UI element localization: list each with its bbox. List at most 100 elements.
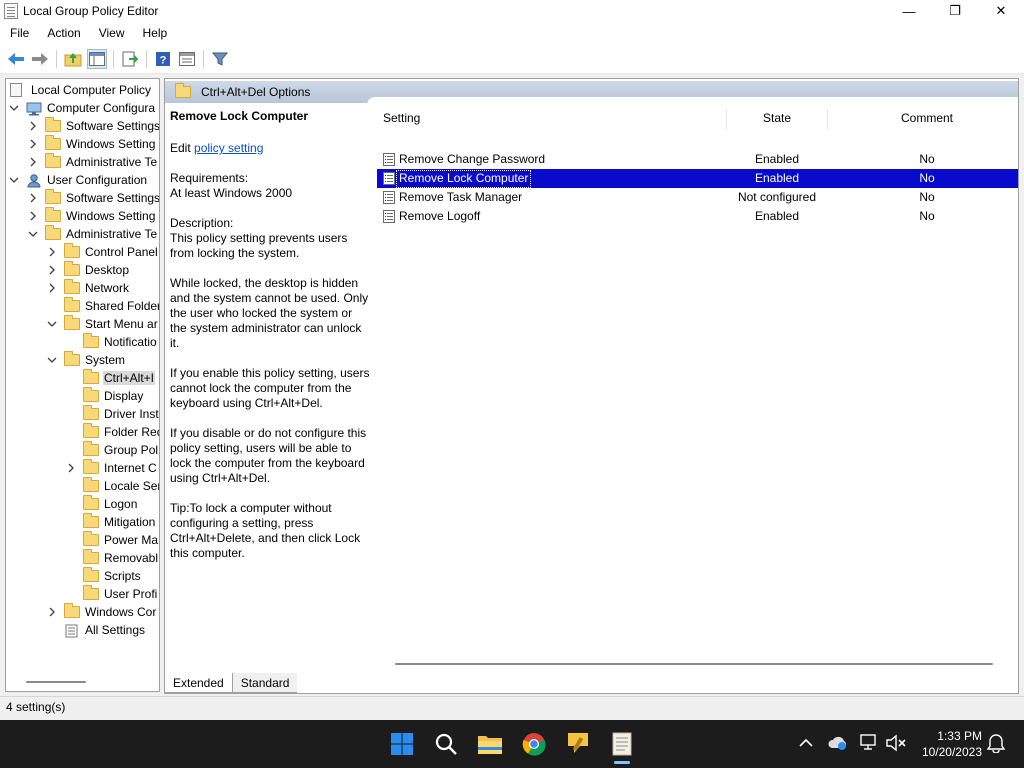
tree-item[interactable]: Shared Folder: [46, 297, 159, 315]
start-icon[interactable]: [384, 728, 420, 760]
table-row[interactable]: Remove Lock Computer Enabled No: [377, 169, 1018, 188]
chevron-down-icon[interactable]: [46, 351, 58, 369]
tree-horizontal-scrollbar[interactable]: [26, 681, 86, 683]
tree-item[interactable]: Ctrl+Alt+I: [65, 369, 156, 387]
export-list-icon[interactable]: [120, 49, 140, 69]
help-icon[interactable]: ?: [153, 49, 173, 69]
tree-item[interactable]: Windows Setting: [27, 207, 156, 225]
tab-standard[interactable]: Standard: [232, 673, 298, 693]
tree-item[interactable]: User Configuration: [8, 171, 148, 189]
tree-item[interactable]: Removabl: [65, 549, 159, 567]
tree-item[interactable]: Administrative Te: [27, 153, 158, 171]
chevron-down-icon[interactable]: [8, 99, 20, 117]
onedrive-icon[interactable]: [826, 730, 850, 756]
tree-item[interactable]: Start Menu ar: [46, 315, 159, 333]
search-icon[interactable]: [428, 728, 464, 760]
menu-file[interactable]: File: [0, 26, 37, 40]
chevron-right-icon[interactable]: [27, 153, 39, 171]
table-row[interactable]: Remove Change Password Enabled No: [377, 150, 1018, 169]
tree-item[interactable]: Group Pol: [65, 441, 159, 459]
properties-icon[interactable]: [177, 49, 197, 69]
minimize-button[interactable]: —: [886, 0, 932, 22]
tree-item[interactable]: Network: [46, 279, 130, 297]
chevron-right-icon[interactable]: [27, 135, 39, 153]
setting-name: Remove Change Password: [399, 152, 546, 166]
chevron-right-icon[interactable]: [46, 279, 58, 297]
tree-item[interactable]: Folder Red: [65, 423, 159, 441]
policy-editor-taskbar-icon[interactable]: [604, 728, 640, 764]
chevron-down-icon[interactable]: [8, 171, 20, 189]
chevron-right-icon[interactable]: [46, 261, 58, 279]
chevron-right-icon[interactable]: [27, 117, 39, 135]
network-icon[interactable]: [858, 730, 882, 756]
tree-label: Control Panel: [85, 245, 158, 259]
edit-policy-line: Edit policy setting: [170, 141, 370, 156]
sticky-notes-icon[interactable]: [560, 728, 596, 760]
tree-item[interactable]: Desktop: [46, 261, 130, 279]
close-button[interactable]: ✕: [978, 0, 1024, 22]
policy-setting-link[interactable]: policy setting: [194, 141, 263, 155]
column-divider[interactable]: [827, 109, 828, 129]
tree-item[interactable]: Display: [65, 387, 144, 405]
forward-icon[interactable]: [30, 49, 50, 69]
requirements-label: Requirements:: [170, 171, 249, 185]
tree-item[interactable]: Computer Configura: [8, 99, 156, 117]
tree-label: Desktop: [85, 263, 130, 277]
tab-extended[interactable]: Extended: [164, 673, 233, 693]
tree-item[interactable]: All Settings: [46, 621, 146, 639]
column-comment[interactable]: Comment: [877, 111, 977, 125]
tree-item[interactable]: Windows Setting: [27, 135, 156, 153]
column-state[interactable]: State: [727, 111, 827, 125]
notification-bell-icon[interactable]: [984, 730, 1008, 756]
tree-item[interactable]: Mitigation: [65, 513, 156, 531]
table-row[interactable]: Remove Logoff Enabled No: [377, 207, 1018, 226]
menu-action[interactable]: Action: [37, 26, 88, 40]
tree-root-local-computer-policy[interactable]: Local Computer Policy: [10, 81, 152, 99]
menu-view[interactable]: View: [89, 26, 133, 40]
tree-item[interactable]: Control Panel: [46, 243, 159, 261]
tree-item[interactable]: Windows Cor: [46, 603, 157, 621]
tree-item[interactable]: Logon: [65, 495, 138, 513]
filter-icon[interactable]: [210, 49, 230, 69]
tree-label: Network: [85, 281, 130, 295]
tree-item[interactable]: System: [46, 351, 126, 369]
tree-label: Windows Cor: [85, 605, 157, 619]
tree-item[interactable]: Software Settings: [27, 189, 159, 207]
clock[interactable]: 1:33 PM 10/20/2023: [922, 728, 982, 760]
tree-label: Local Computer Policy: [31, 83, 152, 97]
back-icon[interactable]: [6, 49, 26, 69]
tree-item[interactable]: Notificatio: [65, 333, 158, 351]
menu-help[interactable]: Help: [133, 26, 176, 40]
tree-item[interactable]: Locale Ser: [65, 477, 159, 495]
tree-item[interactable]: User Profi: [65, 585, 158, 603]
chevron-up-icon[interactable]: [794, 730, 818, 756]
folder-icon: [45, 135, 61, 150]
chevron-right-icon[interactable]: [65, 459, 77, 477]
chrome-icon[interactable]: [516, 728, 552, 760]
tree-item[interactable]: Software Settings: [27, 117, 159, 135]
chevron-right-icon[interactable]: [27, 207, 39, 225]
volume-muted-icon[interactable]: [884, 730, 908, 756]
tree-item[interactable]: Driver Inst: [65, 405, 159, 423]
tree-item[interactable]: Internet C: [65, 459, 158, 477]
tree-item[interactable]: Administrative Te: [27, 225, 158, 243]
chevron-down-icon[interactable]: [27, 225, 39, 243]
tree-label: Power Ma: [104, 533, 159, 547]
show-hide-tree-icon[interactable]: [87, 48, 107, 69]
tree-item[interactable]: Scripts: [65, 567, 142, 585]
chevron-down-icon[interactable]: [46, 315, 58, 333]
column-setting[interactable]: Setting: [383, 111, 420, 125]
chevron-right-icon[interactable]: [27, 189, 39, 207]
list-horizontal-scrollbar[interactable]: [395, 663, 993, 665]
chevron-right-icon[interactable]: [46, 603, 58, 621]
file-explorer-icon[interactable]: [472, 728, 508, 760]
folder-icon: [64, 297, 80, 312]
chevron-right-icon[interactable]: [46, 243, 58, 261]
tree-item[interactable]: Power Ma: [65, 531, 159, 549]
table-row[interactable]: Remove Task Manager Not configured No: [377, 188, 1018, 207]
maximize-button[interactable]: ❐: [932, 0, 978, 22]
up-folder-icon[interactable]: [63, 49, 83, 69]
